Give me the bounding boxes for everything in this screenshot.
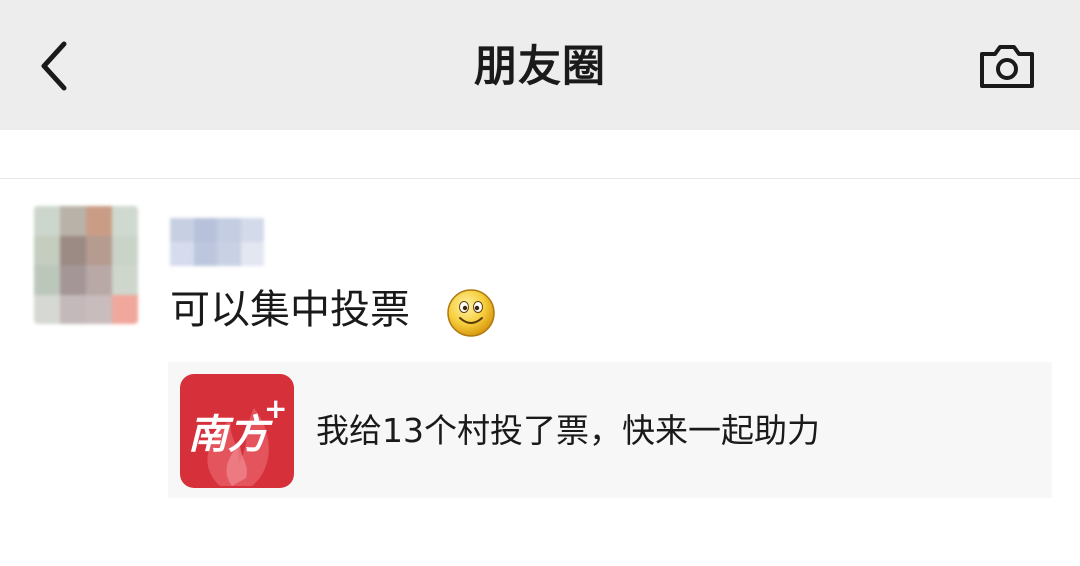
logo-text: 南方 <box>188 411 273 458</box>
divider <box>0 178 1080 179</box>
svg-text:+: + <box>264 392 287 425</box>
nanfang-app-icon: 南方 + <box>180 374 294 488</box>
shared-link-card[interactable]: 南方 + 我给13个村投了票，快来一起助力 <box>168 362 1052 498</box>
shared-link-title: 我给13个村投了票，快来一起助力 <box>316 411 820 450</box>
avatar[interactable] <box>34 206 138 324</box>
smiley-face-icon <box>447 289 495 337</box>
nanfang-logo-icon: 南方 + <box>180 374 294 488</box>
camera-icon <box>980 45 1034 88</box>
camera-button[interactable] <box>974 38 1040 94</box>
username[interactable] <box>170 218 264 266</box>
top-bar: 朋友圈 <box>0 0 1080 130</box>
page-title: 朋友圈 <box>474 42 606 92</box>
post-text: 可以集中投票 <box>170 287 410 333</box>
